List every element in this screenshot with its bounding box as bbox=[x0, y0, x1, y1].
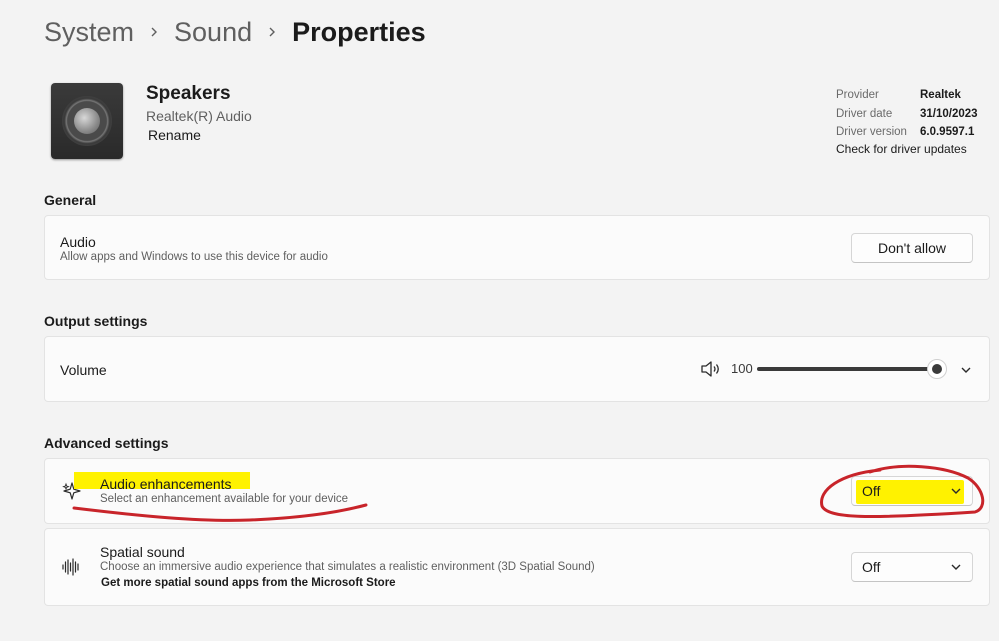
volume-slider-track[interactable] bbox=[757, 367, 937, 371]
volume-slider-thumb[interactable] bbox=[927, 359, 947, 379]
device-name: Speakers bbox=[146, 83, 231, 104]
dont-allow-button[interactable]: Don't allow bbox=[851, 233, 973, 263]
section-title-general: General bbox=[44, 192, 97, 208]
volume-value: 100 bbox=[731, 361, 753, 376]
breadcrumb: System Sound Properties bbox=[44, 14, 426, 50]
audio-description: Allow apps and Windows to use this devic… bbox=[60, 251, 328, 263]
rename-link[interactable]: Rename bbox=[148, 127, 201, 143]
chevron-down-icon bbox=[951, 564, 961, 570]
breadcrumb-sound[interactable]: Sound bbox=[174, 14, 252, 50]
section-title-advanced: Advanced settings bbox=[44, 435, 169, 451]
spatial-sound-dropdown[interactable]: Off bbox=[851, 552, 973, 582]
audio-card: Audio Allow apps and Windows to use this… bbox=[44, 215, 990, 280]
chevron-right-icon bbox=[252, 26, 292, 38]
page-title: Properties bbox=[292, 17, 426, 47]
driver-value: 6.0.9597.1 bbox=[920, 126, 975, 139]
audio-enhancements-dropdown[interactable]: Off bbox=[851, 476, 973, 506]
spatial-sound-value: Off bbox=[862, 559, 881, 575]
audio-enhancements-value: Off bbox=[862, 483, 881, 499]
driver-value: Realtek bbox=[920, 89, 961, 102]
speaker-device-icon bbox=[51, 83, 123, 159]
spatial-sound-title: Spatial sound bbox=[100, 544, 185, 560]
breadcrumb-system[interactable]: System bbox=[44, 14, 134, 50]
check-driver-updates-link[interactable]: Check for driver updates bbox=[836, 142, 967, 156]
chevron-down-icon[interactable] bbox=[960, 363, 972, 375]
sound-wave-icon bbox=[61, 557, 81, 577]
driver-key: Driver date bbox=[836, 107, 893, 120]
volume-title: Volume bbox=[60, 362, 107, 378]
audio-enhancements-description: Select an enhancement available for your… bbox=[100, 493, 349, 505]
spatial-sound-description: Choose an immersive audio experience tha… bbox=[100, 561, 595, 573]
chevron-right-icon bbox=[134, 26, 174, 38]
driver-row-provider: Provider Realtek bbox=[836, 86, 978, 105]
driver-key: Provider bbox=[836, 89, 879, 102]
microsoft-store-link[interactable]: Get more spatial sound apps from the Mic… bbox=[101, 577, 396, 589]
driver-row-date: Driver date 31/10/2023 bbox=[836, 105, 978, 124]
section-title-output: Output settings bbox=[44, 313, 148, 329]
driver-value: 31/10/2023 bbox=[920, 107, 978, 120]
device-subtitle: Realtek(R) Audio bbox=[146, 108, 252, 124]
chevron-down-icon bbox=[951, 488, 961, 494]
driver-row-version: Driver version 6.0.9597.1 bbox=[836, 123, 978, 142]
audio-enhancements-title: Audio enhancements bbox=[100, 476, 232, 492]
audio-title: Audio bbox=[60, 234, 96, 250]
driver-info: Provider Realtek Driver date 31/10/2023 … bbox=[836, 86, 978, 142]
speaker-volume-icon[interactable] bbox=[700, 360, 722, 378]
driver-key: Driver version bbox=[836, 126, 907, 139]
